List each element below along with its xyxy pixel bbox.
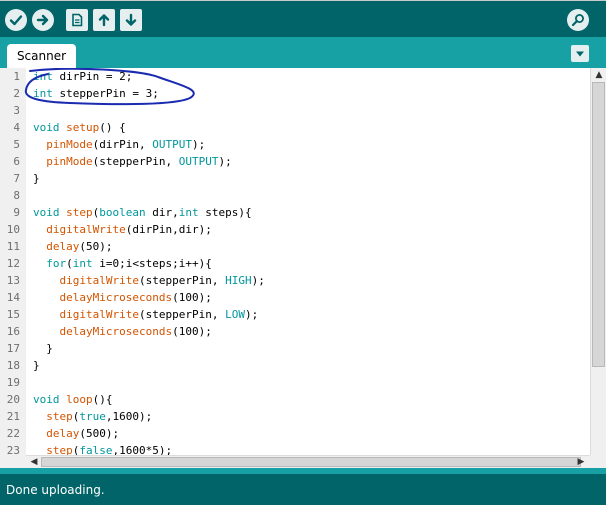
code-text: } (33, 172, 40, 185)
code-text: digitalWrite(stepperPin, LOW); (59, 308, 259, 321)
code-editor[interactable]: 1 int dirPin = 2; 2 int stepperPin = 3; 3 4 vo… (0, 68, 606, 468)
serial-monitor-button[interactable] (567, 9, 589, 31)
line-number: 14 (6, 291, 20, 304)
code-text: delayMicroseconds(100); (59, 291, 212, 304)
arrow-right-icon (36, 14, 49, 26)
line-number: 4 (13, 121, 20, 134)
code-text: } (33, 342, 53, 355)
code-text: int dirPin = 2; (33, 70, 133, 83)
scrollbar-corner (590, 455, 606, 468)
code-text: pinMode(dirPin, OUTPUT); (46, 138, 206, 151)
check-icon (9, 15, 23, 26)
line-number: 19 (6, 376, 20, 389)
triangle-down-icon (576, 51, 584, 56)
tab-menu-button[interactable] (571, 45, 589, 62)
code-line[interactable]: 2 int stepperPin = 3; (0, 85, 590, 102)
line-number: 13 (6, 274, 20, 287)
magnifier-icon (571, 14, 584, 27)
line-number: 8 (13, 189, 20, 202)
code-text: void step(boolean dir,int steps){ (33, 206, 252, 219)
code-line[interactable]: 20 void loop(){ (0, 391, 590, 408)
verify-button[interactable] (5, 9, 27, 31)
line-number: 16 (6, 325, 20, 338)
code-line[interactable]: 8 (0, 187, 590, 204)
status-bar: Done uploading. (0, 474, 606, 505)
line-number: 9 (13, 206, 20, 219)
line-number: 7 (13, 172, 20, 185)
code-line[interactable]: 12 for(int i=0;i<steps;i++){ (0, 255, 590, 272)
line-number: 17 (6, 342, 20, 355)
horizontal-scrollbar[interactable]: ◀ ▶ (26, 455, 590, 468)
code-line[interactable]: 14 delayMicroseconds(100); (0, 289, 590, 306)
save-button[interactable] (120, 9, 142, 31)
tab-scanner[interactable]: Scanner (7, 44, 76, 68)
line-number: 23 (6, 444, 20, 457)
code-line[interactable]: 17 } (0, 340, 590, 357)
code-line[interactable]: 13 digitalWrite(stepperPin, HIGH); (0, 272, 590, 289)
code-line[interactable]: 19 (0, 374, 590, 391)
line-number: 12 (6, 257, 20, 270)
code-text: void setup() { (33, 121, 126, 134)
code-text: digitalWrite(stepperPin, HIGH); (59, 274, 265, 287)
code-line[interactable]: 18} (0, 357, 590, 374)
code-line[interactable]: 11 delay(50); (0, 238, 590, 255)
document-icon (72, 13, 83, 27)
code-line[interactable]: 6 pinMode(stepperPin, OUTPUT); (0, 153, 590, 170)
line-number: 5 (13, 138, 20, 151)
scroll-up-arrow-icon[interactable]: ▲ (592, 69, 606, 81)
code-text: step(true,1600); (46, 410, 153, 423)
code-line[interactable]: 22 delay(500); (0, 425, 590, 442)
code-line[interactable]: 21 step(true,1600); (0, 408, 590, 425)
line-number: 10 (6, 223, 20, 236)
code-line[interactable]: 7} (0, 170, 590, 187)
line-number: 2 (13, 87, 20, 100)
code-line[interactable]: 10 digitalWrite(dirPin,dir); (0, 221, 590, 238)
code-text: int stepperPin = 3; (33, 87, 159, 100)
code-text: for(int i=0;i<steps;i++){ (46, 257, 212, 270)
open-button[interactable] (93, 9, 115, 31)
upload-button[interactable] (32, 9, 54, 31)
code-line[interactable]: 1 int dirPin = 2; (0, 68, 590, 85)
arrow-up-icon (98, 14, 110, 27)
line-number: 15 (6, 308, 20, 321)
code-line[interactable]: 3 (0, 102, 590, 119)
new-button[interactable] (66, 9, 88, 31)
line-number: 3 (13, 104, 20, 117)
code-text: pinMode(stepperPin, OUTPUT); (46, 155, 232, 168)
code-line[interactable]: 15 digitalWrite(stepperPin, LOW); (0, 306, 590, 323)
line-number: 21 (6, 410, 20, 423)
code-text: } (33, 359, 40, 372)
horizontal-scroll-thumb[interactable] (41, 457, 581, 467)
code-text: delay(50); (46, 240, 113, 253)
code-text: delay(500); (46, 427, 120, 440)
code-line[interactable]: 16 delayMicroseconds(100); (0, 323, 590, 340)
line-number: 22 (6, 427, 20, 440)
code-text: delayMicroseconds(100); (59, 325, 212, 338)
code-text: digitalWrite(dirPin,dir); (46, 223, 212, 236)
code-line[interactable]: 5 pinMode(dirPin, OUTPUT); (0, 136, 590, 153)
line-number: 18 (6, 359, 20, 372)
code-line[interactable]: 4 void setup() { (0, 119, 590, 136)
scroll-right-arrow-icon[interactable]: ▶ (574, 456, 588, 468)
status-message: Done uploading. (6, 483, 105, 497)
toolbar (0, 0, 606, 37)
line-number: 20 (6, 393, 20, 406)
scroll-left-arrow-icon[interactable]: ◀ (27, 456, 41, 468)
tab-bar: Scanner (0, 37, 606, 68)
arrow-down-icon (125, 13, 137, 26)
vertical-scrollbar[interactable]: ▲ (590, 68, 606, 455)
code-line[interactable]: 9 void step(boolean dir,int steps){ (0, 204, 590, 221)
line-number: 1 (13, 70, 20, 83)
line-number: 11 (6, 240, 20, 253)
vertical-scroll-thumb[interactable] (592, 82, 605, 367)
line-number: 6 (13, 155, 20, 168)
code-text: void loop(){ (33, 393, 113, 406)
